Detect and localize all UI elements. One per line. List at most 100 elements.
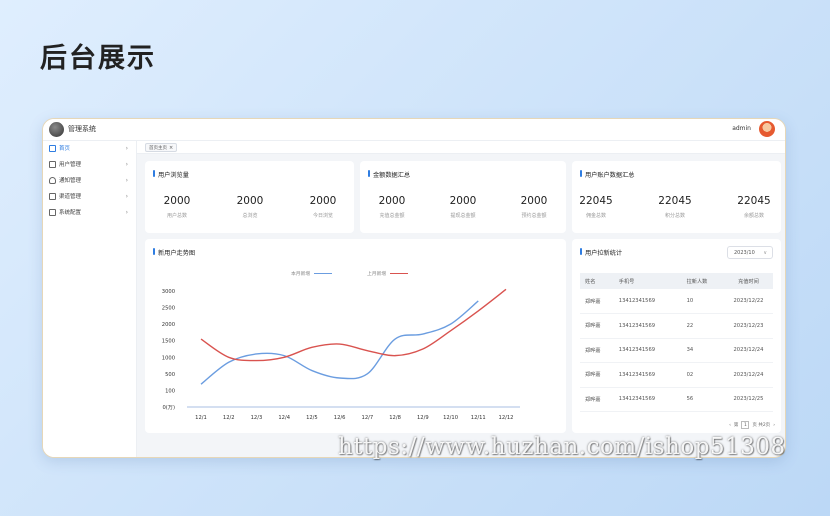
sidebar: 首页 › 用户管理 › 通知管理 › 渠道管理 › 系统配置 › — [43, 141, 137, 457]
x-tick-label: 12/3 — [251, 415, 263, 421]
cell-name: 郑晔嘉 — [580, 289, 614, 314]
cell-name: 郑晔嘉 — [580, 387, 614, 412]
ranking-card: 用户拉新统计 2023/10 ∨ 姓名 手机号 拉新人数 充值时间 郑晔嘉 13… — [572, 239, 781, 433]
logo-icon — [49, 122, 64, 137]
stat-value: 2000 — [236, 195, 264, 207]
next-page-icon[interactable]: › — [773, 423, 775, 428]
sidebar-item-label: 渠道管理 — [59, 194, 82, 200]
table-row[interactable]: 郑晔嘉 13412341569 56 2023/12/25 — [580, 387, 773, 412]
tab-home[interactable]: 首页主页 × — [145, 143, 178, 152]
cell-count: 34 — [681, 338, 724, 363]
stat-value: 22045 — [737, 195, 771, 207]
stat: 2000 预约总金额 — [504, 195, 564, 219]
chevron-right-icon: › — [125, 177, 128, 184]
cell-phone: 13412341569 — [613, 362, 682, 388]
close-icon[interactable]: × — [169, 145, 173, 151]
stat-label: 佣金总数 — [585, 213, 606, 219]
series-line-this-month — [200, 300, 479, 385]
chevron-right-icon: › — [125, 209, 128, 216]
chevron-down-icon: ∨ — [763, 250, 767, 256]
account-card: 用户账户数据汇总 22045 佣金总数 22045 积分总数 22045 余额总… — [572, 161, 781, 233]
x-tick-label: 12/11 — [471, 415, 486, 421]
stat-label: 积分总数 — [664, 213, 685, 219]
card-title: 用户浏览量 — [153, 170, 189, 179]
settings-icon — [49, 209, 56, 216]
card-title: 用户拉新统计 — [580, 248, 622, 257]
cell-name: 郑晔嘉 — [580, 338, 614, 363]
stat-value: 2000 — [163, 195, 191, 207]
stat-value: 2000 — [520, 195, 548, 207]
chevron-right-icon: › — [125, 193, 128, 200]
stat: 22045 余额总数 — [724, 195, 784, 219]
cell-count: 10 — [681, 289, 724, 314]
sidebar-item-notifications[interactable]: 通知管理 › — [43, 173, 136, 189]
trend-chart: 3000 2500 2000 1500 1000 500 100 0(万) 12/1 12/2 12… — [162, 288, 520, 421]
stat: 2000 今日浏览 — [293, 195, 353, 219]
watermark: https://www.huzhan.com/ishop51308 — [338, 434, 786, 460]
series-line-last-month — [200, 288, 507, 362]
app-title: 管理系统 — [68, 125, 96, 133]
table-header-row: 姓名 手机号 拉新人数 充值时间 — [580, 273, 773, 289]
table-row[interactable]: 郑晔嘉 13412341569 10 2023/12/22 — [580, 289, 773, 314]
page-suffix: 页 共2页 — [752, 423, 771, 428]
chevron-right-icon: › — [125, 161, 128, 168]
table-row[interactable]: 郑晔嘉 13412341569 02 2023/12/24 — [580, 362, 773, 388]
user-icon — [49, 161, 56, 168]
table-row[interactable]: 郑晔嘉 13412341569 34 2023/12/24 — [580, 338, 773, 363]
pagination: ‹ 第 1 页 共2页 › — [729, 421, 775, 429]
month-select[interactable]: 2023/10 ∨ — [727, 246, 773, 259]
cell-time: 2023/12/24 — [723, 338, 773, 363]
y-tick-label: 2500 — [162, 306, 175, 312]
page-heading: 后台展示 — [40, 43, 156, 74]
amount-card: 金额数据汇总 2000 充值总金额 2000 提现总金额 2000 预约总金额 — [360, 161, 566, 233]
y-tick-label: 0(万) — [162, 404, 175, 411]
x-tick-label: 12/7 — [362, 415, 374, 421]
x-tick-label: 12/2 — [223, 415, 235, 421]
prev-page-icon[interactable]: ‹ — [729, 423, 731, 428]
x-tick-label: 12/9 — [417, 415, 429, 421]
bell-icon — [49, 177, 56, 184]
stat-label: 今日浏览 — [312, 213, 333, 219]
stat-label: 总浏览 — [242, 213, 258, 219]
y-tick-label: 500 — [165, 372, 175, 378]
home-icon — [49, 145, 56, 152]
cell-count: 56 — [681, 387, 724, 412]
cell-time: 2023/12/23 — [723, 313, 773, 339]
sidebar-item-label: 通知管理 — [59, 178, 82, 184]
stat-label: 提现总金额 — [450, 213, 476, 219]
sidebar-item-channels[interactable]: 渠道管理 › — [43, 189, 136, 205]
cell-time: 2023/12/22 — [723, 289, 773, 314]
cell-name: 郑晔嘉 — [580, 362, 614, 388]
cell-phone: 13412341569 — [613, 313, 682, 339]
stat-value: 2000 — [378, 195, 406, 207]
stat: 2000 提现总金额 — [433, 195, 493, 219]
sidebar-item-label: 首页 — [59, 146, 71, 152]
chevron-right-icon: › — [125, 145, 128, 152]
page-number-input[interactable]: 1 — [741, 421, 750, 429]
stat-label: 用户总数 — [166, 213, 187, 219]
stat: 22045 佣金总数 — [566, 195, 626, 219]
column-header: 充值时间 — [723, 273, 773, 289]
stat: 2000 用户总数 — [147, 195, 207, 219]
x-tick-label: 12/6 — [334, 415, 346, 421]
sidebar-item-home[interactable]: 首页 › — [43, 141, 136, 157]
main-content: 首页主页 × 用户浏览量 2000 用户总数 2000 总浏览 2000 今日浏览… — [137, 141, 785, 457]
admin-window: 管理系统 admin 首页 › 用户管理 › 通知管理 › 渠道管理 › 系统配… — [42, 118, 786, 458]
x-tick-label: 12/12 — [499, 415, 514, 421]
cell-time: 2023/12/24 — [723, 362, 773, 388]
table-row[interactable]: 郑晔嘉 13412341569 22 2023/12/23 — [580, 313, 773, 339]
stat: 22045 积分总数 — [645, 195, 705, 219]
column-header: 姓名 — [580, 273, 614, 289]
channel-icon — [49, 193, 56, 200]
tab-bar: 首页主页 × — [137, 141, 785, 154]
sidebar-item-settings[interactable]: 系统配置 › — [43, 205, 136, 221]
column-header: 手机号 — [613, 273, 682, 289]
y-tick-label: 1500 — [162, 339, 175, 345]
browse-card: 用户浏览量 2000 用户总数 2000 总浏览 2000 今日浏览 — [145, 161, 354, 233]
sidebar-item-users[interactable]: 用户管理 › — [43, 157, 136, 173]
cell-phone: 13412341569 — [613, 387, 682, 412]
cell-time: 2023/12/25 — [723, 387, 773, 412]
user-name[interactable]: admin — [732, 125, 751, 132]
cell-count: 02 — [681, 362, 724, 388]
avatar[interactable] — [759, 121, 775, 137]
